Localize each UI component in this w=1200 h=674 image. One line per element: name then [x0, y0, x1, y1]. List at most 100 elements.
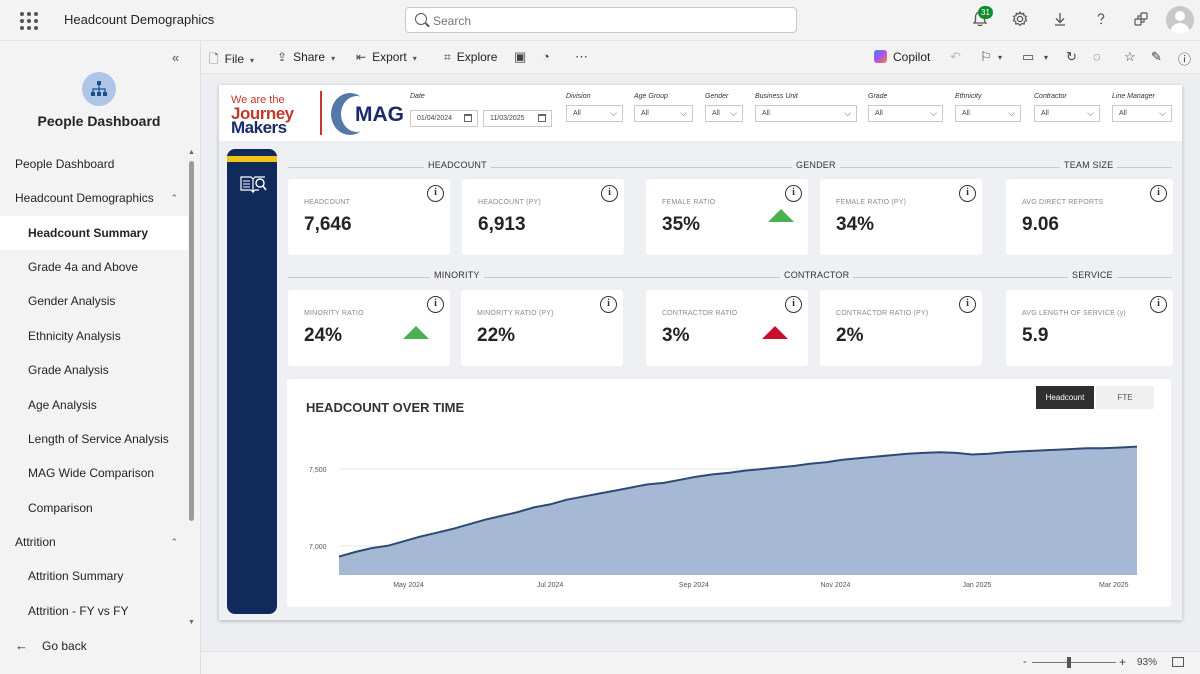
- file-menu-button[interactable]: 🗋 File ▾: [209, 50, 254, 71]
- age-group-dropdown[interactable]: All ⌵: [634, 105, 693, 122]
- date-from-input[interactable]: 01/04/2024: [410, 110, 478, 127]
- gender-slicer: Gender All ⌵: [705, 93, 743, 122]
- app-launcher-icon[interactable]: [20, 12, 38, 30]
- info-icon[interactable]: i: [785, 185, 802, 202]
- nav-scrollbar[interactable]: ▲ ▼: [188, 149, 196, 629]
- kpi-card-headcount-py: HEADCOUNT (PY) 6,913 i: [462, 179, 624, 255]
- zoom-level[interactable]: 93%: [1137, 657, 1157, 668]
- date-to-input[interactable]: 11/03/2025: [483, 110, 552, 127]
- zoom-out-button[interactable]: -: [1023, 656, 1027, 668]
- scrollbar-thumb[interactable]: [189, 161, 194, 521]
- info-icon[interactable]: i: [959, 296, 976, 313]
- section-title-minority: MINORITY: [430, 270, 484, 280]
- chevron-down-icon: ▾: [412, 54, 417, 63]
- nav-item-grade-4a[interactable]: Grade 4a and Above: [0, 250, 188, 284]
- calendar-icon[interactable]: [538, 114, 546, 122]
- help-icon[interactable]: [1091, 10, 1111, 30]
- fit-to-page-icon[interactable]: [1172, 657, 1184, 667]
- scroll-up-icon[interactable]: ▲: [188, 149, 195, 156]
- nav-item-label: Headcount Summary: [28, 226, 149, 240]
- nav-item-label: Attrition - FY vs FY: [28, 604, 129, 618]
- nav-item-ethnicity-analysis[interactable]: Ethnicity Analysis: [0, 319, 188, 353]
- kpi-label: HEADCOUNT (PY): [478, 199, 541, 206]
- x-tick-label: Nov 2024: [820, 582, 850, 589]
- subscribe-icon[interactable]: ▣: [514, 49, 526, 65]
- avatar[interactable]: [1166, 6, 1194, 34]
- nav-item-comparison[interactable]: Comparison: [0, 491, 188, 525]
- nav-group-headcount-demographics[interactable]: Headcount Demographics ⌃: [0, 181, 188, 215]
- star-icon[interactable]: ☆: [1124, 49, 1136, 65]
- trend-up-icon: [403, 326, 429, 339]
- arrow-left-icon: ←: [15, 638, 28, 653]
- bookmark-panel: [227, 149, 277, 614]
- bookmark-icon[interactable]: ⚐: [980, 49, 992, 65]
- nav-item-attrition-summary[interactable]: Attrition Summary: [0, 559, 188, 593]
- section-title-headcount: HEADCOUNT: [424, 160, 491, 170]
- chevron-down-icon[interactable]: ▾: [1044, 53, 1048, 62]
- nav-item-label: Headcount Demographics: [15, 191, 154, 205]
- gender-dropdown[interactable]: All ⌵: [705, 105, 743, 122]
- info-icon[interactable]: i: [1150, 296, 1167, 313]
- business-unit-slicer: Business Unit All ⌵: [755, 93, 857, 122]
- contractor-dropdown[interactable]: All ⌵: [1034, 105, 1100, 122]
- nav-item-people-dashboard[interactable]: People Dashboard: [0, 147, 188, 181]
- info-icon[interactable]: ⓘ: [1178, 49, 1191, 68]
- zoom-slider-thumb[interactable]: [1067, 657, 1071, 668]
- grade-dropdown[interactable]: All ⌵: [868, 105, 943, 122]
- chevron-down-icon[interactable]: ▾: [998, 53, 1002, 62]
- trend-up-icon: [768, 209, 794, 222]
- line-manager-dropdown[interactable]: All ⌵: [1112, 105, 1172, 122]
- nav-item-length-of-service[interactable]: Length of Service Analysis: [0, 422, 188, 456]
- calendar-icon[interactable]: [464, 114, 472, 122]
- scroll-down-icon[interactable]: ▼: [188, 619, 195, 626]
- info-icon[interactable]: i: [427, 185, 444, 202]
- chevron-down-icon[interactable]: ⌵: [206, 13, 214, 24]
- nav-group-attrition[interactable]: Attrition ⌃: [0, 525, 188, 559]
- go-back-button[interactable]: ← Go back: [15, 638, 87, 653]
- nav-item-attrition-fy[interactable]: Attrition - FY vs FY: [0, 594, 188, 628]
- search-input[interactable]: [433, 12, 783, 29]
- headcount-area-chart[interactable]: 7,000 7,500 May 2024 Jul 2024 Sep 2024 Nov 20…: [287, 379, 1171, 607]
- info-icon[interactable]: i: [600, 296, 617, 313]
- nav-item-label: Age Analysis: [28, 398, 97, 412]
- info-icon[interactable]: i: [427, 296, 444, 313]
- info-icon[interactable]: i: [601, 185, 618, 202]
- comment-icon[interactable]: ◌: [1093, 49, 1101, 64]
- refresh-icon[interactable]: ↻: [1066, 49, 1077, 65]
- nav-item-gender-analysis[interactable]: Gender Analysis: [0, 284, 188, 318]
- undo-icon[interactable]: ↶: [950, 49, 961, 65]
- report-title[interactable]: Headcount Demographics: [64, 12, 214, 27]
- zoom-in-button[interactable]: +: [1119, 655, 1126, 669]
- nav-item-mag-wide-comparison[interactable]: MAG Wide Comparison: [0, 456, 188, 490]
- business-unit-dropdown[interactable]: All ⌵: [755, 105, 857, 122]
- nav-item-grade-analysis[interactable]: Grade Analysis: [0, 353, 188, 387]
- zoom-slider[interactable]: [1032, 662, 1116, 663]
- info-icon[interactable]: i: [959, 185, 976, 202]
- info-icon[interactable]: i: [785, 296, 802, 313]
- share-menu-button[interactable]: ⇪ Share ▾: [277, 50, 335, 64]
- edit-icon[interactable]: ✎: [1151, 49, 1162, 65]
- info-icon[interactable]: i: [1150, 185, 1167, 202]
- nav-item-label: MAG Wide Comparison: [28, 466, 155, 480]
- go-back-label: Go back: [42, 639, 87, 653]
- view-icon[interactable]: ▭: [1022, 49, 1034, 65]
- nav-item-label: Attrition: [15, 535, 56, 549]
- copilot-button[interactable]: Copilot: [874, 50, 930, 64]
- nav-item-age-analysis[interactable]: Age Analysis: [0, 388, 188, 422]
- ethnicity-dropdown[interactable]: All ⌵: [955, 105, 1021, 122]
- search-box[interactable]: [405, 7, 797, 33]
- export-menu-button[interactable]: ⇤ Export ▾: [356, 50, 417, 64]
- explore-button[interactable]: ⌗ Explore: [444, 50, 497, 65]
- nav-item-headcount-summary[interactable]: Headcount Summary: [0, 216, 188, 250]
- copilot-label: Copilot: [893, 50, 931, 64]
- collapse-nav-icon[interactable]: «: [172, 50, 179, 65]
- chevron-down-icon: ▾: [331, 54, 336, 63]
- gear-icon[interactable]: [1010, 10, 1030, 30]
- alert-bell-icon[interactable]: ◔: [542, 49, 550, 64]
- share-people-icon[interactable]: [1131, 10, 1151, 30]
- download-icon[interactable]: [1050, 10, 1070, 30]
- book-search-icon[interactable]: [239, 173, 267, 200]
- nav-item-label: Length of Service Analysis: [28, 432, 169, 446]
- more-options-icon[interactable]: ⋯: [575, 49, 588, 65]
- division-dropdown[interactable]: All ⌵: [566, 105, 623, 122]
